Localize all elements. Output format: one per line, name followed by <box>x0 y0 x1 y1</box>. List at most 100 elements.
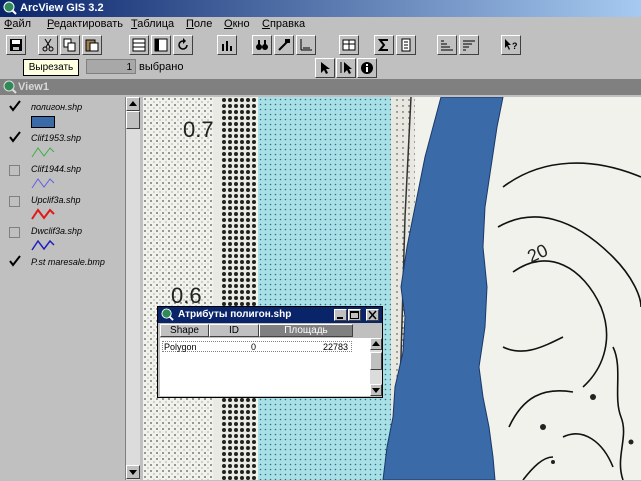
select-all-button[interactable] <box>129 35 149 55</box>
copy-button[interactable] <box>60 35 80 55</box>
query-icon <box>278 39 290 51</box>
menu-window[interactable]: Окно <box>224 18 250 30</box>
button-bar: ? <box>0 35 641 57</box>
join-icon <box>342 39 356 51</box>
menu-table[interactable]: Таблица <box>131 18 174 30</box>
find-icon <box>256 40 268 50</box>
edit-pointer-tool-button[interactable] <box>336 58 356 78</box>
view-title-bar: View1 <box>0 79 641 95</box>
map-label-depth-06: 0.6 <box>171 283 202 308</box>
scroll-up-button[interactable] <box>370 338 382 350</box>
pointer-tool-button[interactable] <box>315 58 335 78</box>
legend-line-symbol <box>31 239 55 251</box>
paste-icon <box>85 39 99 52</box>
identify-tool-button[interactable] <box>357 58 377 78</box>
minimize-button[interactable] <box>334 309 347 321</box>
layer-visibility-checkbox[interactable] <box>9 196 20 207</box>
cut-button[interactable] <box>38 35 58 55</box>
cut-icon <box>42 38 54 52</box>
layer-visibility-checkbox[interactable] <box>9 100 21 114</box>
summarize-button[interactable] <box>374 35 394 55</box>
layer-clif1944[interactable]: Clif1944.shp <box>7 162 125 192</box>
map-canvas[interactable]: 0.7 0.6 20 <box>143 97 641 480</box>
scroll-thumb[interactable] <box>370 352 382 370</box>
layer-image[interactable]: P.st maresale.bmp <box>7 255 125 285</box>
join-button[interactable] <box>339 35 359 55</box>
table-of-contents: полигон.shp Clif1953.shp Clif1944.shp Up… <box>3 97 139 480</box>
column-header-shape[interactable]: Shape <box>160 324 209 337</box>
refresh-button[interactable] <box>173 35 193 55</box>
query-button[interactable] <box>274 35 294 55</box>
app-title: ArcView GIS 3.2 <box>20 2 104 14</box>
save-icon <box>10 39 22 51</box>
table-icon <box>161 308 174 321</box>
layer-visibility-checkbox[interactable] <box>9 165 20 176</box>
column-header-id[interactable]: ID <box>209 324 259 337</box>
layer-upclif3a[interactable]: Upclif3a.shp <box>7 193 125 223</box>
view-title: View1 <box>18 81 49 93</box>
help-button[interactable]: ? <box>501 35 521 55</box>
find-button[interactable] <box>252 35 272 55</box>
arrow-up-icon <box>129 101 137 106</box>
sort-desc-icon <box>463 40 475 51</box>
tooltip: Вырезать <box>23 59 79 76</box>
checkmark-icon <box>9 100 21 112</box>
layer-name: Clif1953.shp <box>31 133 82 143</box>
sum-icon <box>377 39 388 51</box>
attribute-table-title: Атрибуты полигон.shp <box>178 309 292 320</box>
attribute-table-window[interactable]: Атрибуты полигон.shp Shape ID Площадь Po… <box>157 306 383 398</box>
refresh-icon <box>178 38 188 50</box>
scroll-thumb[interactable] <box>126 111 140 129</box>
layer-name: Upclif3a.shp <box>31 195 81 205</box>
cell-shape: Polygon <box>164 342 197 352</box>
menu-help[interactable]: Справка <box>262 18 305 30</box>
minimize-icon <box>337 317 343 319</box>
legend-fill-symbol <box>31 114 55 128</box>
layer-name: Dwclif3a.shp <box>31 226 83 236</box>
toc-scrollbar[interactable] <box>125 97 140 480</box>
layer-visibility-checkbox[interactable] <box>9 227 20 238</box>
info-icon <box>361 62 373 74</box>
layer-polygon[interactable]: полигон.shp <box>7 100 125 130</box>
paste-button[interactable] <box>82 35 102 55</box>
scroll-down-button[interactable] <box>126 465 140 479</box>
layer-name: полигон.shp <box>31 102 83 112</box>
close-button[interactable] <box>366 309 379 321</box>
sort-button[interactable] <box>296 35 316 55</box>
view-icon <box>3 80 17 94</box>
scroll-up-button[interactable] <box>126 97 140 111</box>
maximize-button[interactable] <box>348 309 361 321</box>
svg-text:?: ? <box>512 41 518 51</box>
legend-line-symbol <box>31 208 55 220</box>
layer-visibility-checkbox[interactable] <box>9 255 21 269</box>
select-none-button[interactable] <box>151 35 171 55</box>
sort-ascending-button[interactable] <box>437 35 457 55</box>
chart-icon <box>222 41 232 51</box>
arcview-logo-icon <box>3 1 17 15</box>
tool-bar: Вырезать 1 выбрано <box>0 57 641 79</box>
chart-button[interactable] <box>217 35 237 55</box>
layer-name: Clif1944.shp <box>31 164 82 174</box>
help-icon: ? <box>505 39 518 51</box>
table-scrollbar[interactable] <box>370 338 382 396</box>
map-display[interactable]: 0.7 0.6 20 <box>143 97 641 480</box>
selected-count-field: 1 <box>86 59 136 74</box>
save-button[interactable] <box>6 35 26 55</box>
close-icon <box>368 310 377 320</box>
sort-icon <box>300 39 312 51</box>
legend-line-symbol <box>31 147 55 158</box>
layer-clif1953[interactable]: Clif1953.shp <box>7 131 125 161</box>
scroll-down-button[interactable] <box>370 384 382 396</box>
sort-descending-button[interactable] <box>459 35 479 55</box>
layer-dwclif3a[interactable]: Dwclif3a.shp <box>7 224 125 254</box>
menu-file[interactable]: Файл <box>4 18 31 30</box>
menu-edit[interactable]: Редактировать <box>47 18 123 30</box>
column-header-area[interactable]: Площадь <box>259 324 353 337</box>
menu-field[interactable]: Поле <box>186 18 212 30</box>
statistics-button[interactable] <box>396 35 416 55</box>
layer-visibility-checkbox[interactable] <box>9 131 21 145</box>
menu-bar: Файл Редактировать Таблица Поле Окно Спр… <box>0 17 641 35</box>
app-title-bar: ArcView GIS 3.2 <box>0 0 641 17</box>
attribute-table-title-bar[interactable]: Атрибуты полигон.shp <box>158 307 382 323</box>
select-all-icon <box>132 38 146 52</box>
